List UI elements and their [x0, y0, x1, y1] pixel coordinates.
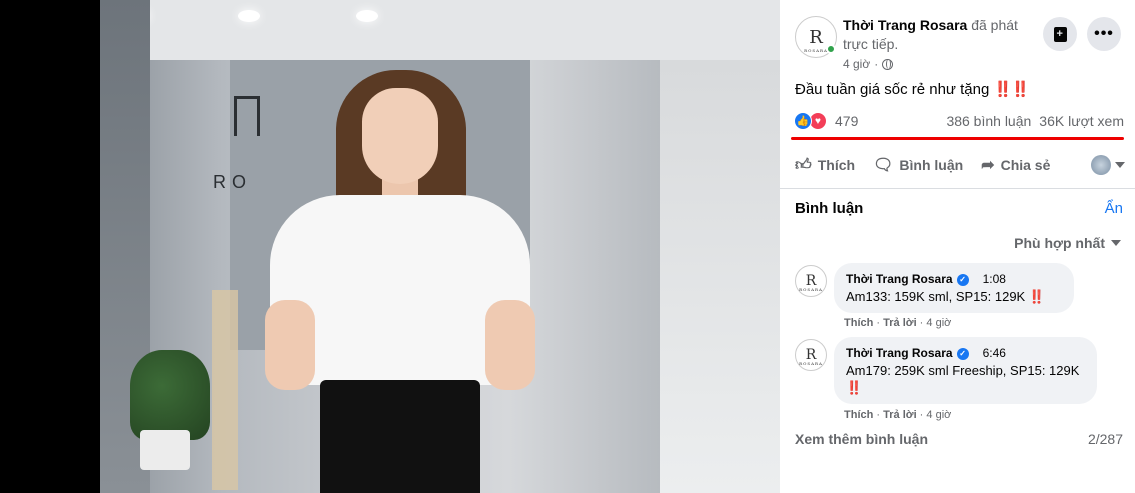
- share-label: Chia sẻ: [1000, 157, 1051, 173]
- comments-heading: Bình luận: [795, 200, 864, 217]
- video-ceiling: [100, 0, 780, 60]
- comment-counter: 2/287: [1087, 431, 1123, 447]
- share-arrow-icon: ➦: [981, 157, 995, 174]
- double-exclamation-emoji: ‼️: [846, 380, 862, 395]
- ceiling-light: [238, 10, 260, 22]
- like-label: Thích: [817, 157, 856, 173]
- online-status-dot: [826, 44, 836, 54]
- speech-bubble-icon: 🗨︎: [873, 157, 894, 174]
- verified-badge-icon: ✓: [956, 273, 969, 286]
- highlight-underline: [791, 137, 1124, 140]
- comment-age[interactable]: 4 giờ: [926, 409, 951, 421]
- like-reaction-icon[interactable]: 👍: [794, 112, 812, 130]
- comment-author-name[interactable]: Thời Trang Rosara: [846, 345, 953, 362]
- more-options-button[interactable]: •••: [1087, 17, 1121, 51]
- comment-author-name[interactable]: Thời Trang Rosara: [846, 271, 953, 288]
- more-dots-icon: •••: [1094, 25, 1114, 42]
- post-header-line: Thời Trang Rosara đã phát trực tiếp.: [843, 16, 1033, 54]
- comment-bubble: Thời Trang Rosara ✓ 6:46 Am179: 259K sml…: [834, 337, 1097, 404]
- double-exclamation-emoji: ‼️: [1028, 289, 1045, 304]
- double-exclamation-emoji: ‼️‼️: [993, 81, 1030, 98]
- post-meta: 4 giờ ·: [843, 57, 894, 71]
- hide-comments-link[interactable]: Ẩn: [1105, 200, 1123, 217]
- avatar-brand: ROSARA: [799, 361, 823, 366]
- avatar-brand: ROSARA: [799, 287, 823, 292]
- comment-bubble: Thời Trang Rosara ✓ 1:08 Am133: 159K sml…: [834, 263, 1074, 313]
- comment-body: Am133: 159K sml, SP15: 129K: [846, 289, 1026, 304]
- video-timestamp-link[interactable]: 6:46: [983, 345, 1006, 362]
- comment-actions: Thích · Trả lời · 4 giờ: [844, 317, 952, 329]
- section-divider: [780, 188, 1135, 189]
- backdrop-logo-text: RO: [213, 172, 252, 192]
- sort-label: Phù hợp nhất: [1014, 235, 1105, 251]
- thumbs-up-icon: 👍︎: [795, 156, 812, 174]
- comment-author-avatar[interactable]: R ROSARA: [795, 265, 827, 297]
- post-action-bar: 👍︎ Thích 🗨︎ Bình luận ➦ Chia sẻ: [795, 146, 1125, 184]
- comment-count-link[interactable]: 386 bình luận: [946, 113, 1031, 129]
- caret-down-icon: [1115, 162, 1125, 168]
- video-shelf: [212, 290, 238, 490]
- reaction-count[interactable]: 479: [835, 113, 858, 129]
- ceiling-light: [356, 10, 378, 22]
- comment-author[interactable]: Thời Trang Rosara ✓ 6:46: [846, 345, 1085, 362]
- viewer-root: RO R ROSARA Thời Trang Rosara đã phát tr…: [0, 0, 1135, 493]
- caret-down-icon: [1111, 240, 1121, 246]
- model-skirt: [320, 380, 480, 493]
- share-button[interactable]: ➦ Chia sẻ: [981, 155, 1050, 175]
- bookmark-plus-icon: [1053, 26, 1067, 42]
- video-wall-right: [660, 60, 780, 493]
- comment-text: Am133: 159K sml, SP15: 129K ‼️: [846, 288, 1062, 305]
- comment-actions: Thích · Trả lời · 4 giờ: [844, 409, 952, 421]
- comment-like-link[interactable]: Thích: [844, 409, 873, 421]
- post-time[interactable]: 4 giờ: [843, 57, 870, 71]
- comment-sort-dropdown[interactable]: Phù hợp nhất: [1014, 235, 1121, 251]
- live-video-player[interactable]: RO: [100, 0, 780, 493]
- backdrop-logo-mark: [234, 96, 260, 136]
- avatar-brand: ROSARA: [804, 48, 828, 53]
- view-count: 36K lượt xem: [1039, 113, 1124, 129]
- post-text: Đầu tuần giá sốc rẻ như tặng ‼️‼️: [795, 80, 1030, 98]
- model-arm: [485, 300, 535, 390]
- post-side-panel: R ROSARA Thời Trang Rosara đã phát trực …: [780, 0, 1135, 493]
- reaction-bar: 👍 ♥ 479 386 bình luận 36K lượt xem: [794, 111, 1124, 131]
- video-pot: [140, 430, 190, 470]
- like-button[interactable]: 👍︎ Thích: [795, 156, 855, 175]
- comment-like-link[interactable]: Thích: [844, 317, 873, 329]
- react-as-selector[interactable]: [1091, 155, 1125, 175]
- globe-icon: [882, 58, 894, 70]
- save-post-button[interactable]: [1043, 17, 1077, 51]
- comment-age[interactable]: 4 giờ: [926, 317, 951, 329]
- model-arm: [265, 300, 315, 390]
- comment-text: Am179: 259K sml Freeship, SP15: 129K ‼️: [846, 362, 1085, 396]
- comment-reply-link[interactable]: Trả lời: [883, 317, 917, 329]
- comment-button[interactable]: 🗨︎ Bình luận: [873, 155, 963, 175]
- comment-author-avatar[interactable]: R ROSARA: [795, 339, 827, 371]
- video-timestamp-link[interactable]: 1:08: [983, 271, 1006, 288]
- avatar-letter: R: [809, 26, 823, 48]
- video-plant: [130, 350, 210, 440]
- user-avatar: [1091, 155, 1111, 175]
- model-face: [362, 88, 438, 184]
- page-name-link[interactable]: Thời Trang Rosara: [843, 17, 967, 33]
- post-body: Đầu tuần giá sốc rẻ như tặng: [795, 81, 990, 98]
- comment-author[interactable]: Thời Trang Rosara ✓ 1:08: [846, 271, 1062, 288]
- verified-badge-icon: ✓: [956, 347, 969, 360]
- comment-body: Am179: 259K sml Freeship, SP15: 129K: [846, 363, 1080, 378]
- comment-label: Bình luận: [899, 157, 964, 173]
- see-more-comments-link[interactable]: Xem thêm bình luận: [795, 431, 928, 447]
- comment-reply-link[interactable]: Trả lời: [883, 409, 917, 421]
